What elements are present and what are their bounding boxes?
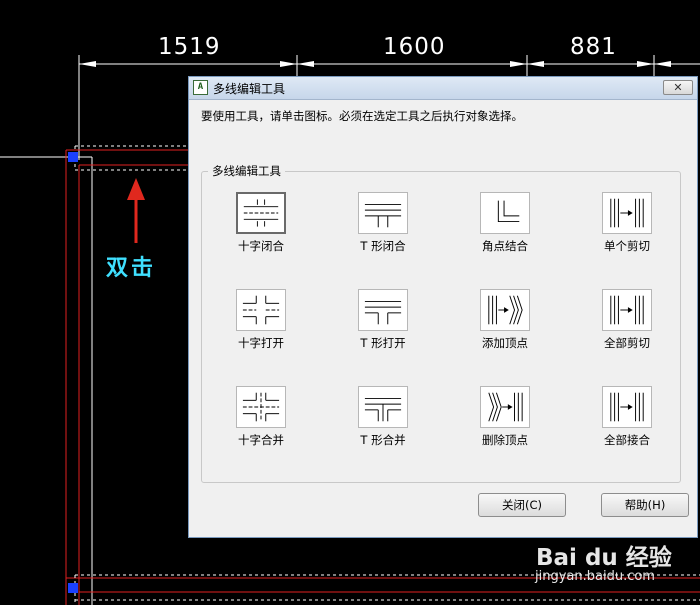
dimension-text: 1600: [383, 34, 446, 60]
tool-label: T 形合并: [360, 433, 406, 447]
tool-label: 十字闭合: [238, 239, 284, 253]
tool-tee-open[interactable]: T 形打开: [343, 289, 423, 351]
weld-all-icon: [602, 386, 652, 428]
cross-closed-icon: [236, 192, 286, 234]
watermark-logo: Bai du 经验: [536, 545, 672, 571]
corner-joint-icon: [480, 192, 530, 234]
tee-open-icon: [358, 289, 408, 331]
double-click-annotation: 双击: [106, 256, 157, 281]
dimension-arrowhead: [79, 61, 96, 67]
dimension-arrowhead: [654, 61, 671, 67]
dimension-arrowhead: [510, 61, 527, 67]
tool-label: 全部接合: [604, 433, 650, 447]
tool-cut-all[interactable]: 全部剪切: [587, 289, 667, 351]
tool-label: 全部剪切: [604, 336, 650, 350]
grip-handle[interactable]: [68, 583, 78, 593]
cut-single-icon: [602, 192, 652, 234]
dimension-text: 881: [570, 34, 617, 60]
close-icon: ✕: [673, 81, 683, 94]
tee-closed-icon: [358, 192, 408, 234]
tee-merged-icon: [358, 386, 408, 428]
tool-add-vertex[interactable]: 添加顶点: [465, 289, 545, 351]
tool-label: 角点结合: [482, 239, 528, 253]
dimension-text: 1519: [158, 34, 221, 60]
cut-all-icon: [602, 289, 652, 331]
help-button[interactable]: 帮助(H): [601, 493, 689, 517]
dimension-arrowhead: [280, 61, 297, 67]
dialog-instruction: 要使用工具，请单击图标。必须在选定工具之后执行对象选择。: [201, 109, 523, 123]
dialog-titlebar[interactable]: A 多线编辑工具 ✕: [189, 77, 697, 100]
annotation-arrowhead: [127, 178, 145, 200]
close-button[interactable]: 关闭(C): [478, 493, 566, 517]
dimension-arrowhead: [637, 61, 654, 67]
tools-groupbox: 多线编辑工具 十字闭合 T 形闭合 角点结合 单个剪切 十字打开 T 形打开 添…: [201, 163, 681, 483]
dialog-title: 多线编辑工具: [213, 82, 286, 96]
tool-label: 十字打开: [238, 336, 284, 350]
close-window-button[interactable]: ✕: [663, 80, 693, 95]
groupbox-label: 多线编辑工具: [208, 163, 285, 179]
cross-merged-icon: [236, 386, 286, 428]
watermark-url: jingyan.baidu.com: [535, 569, 655, 584]
tool-tee-closed[interactable]: T 形闭合: [343, 192, 423, 254]
add-vertex-icon: [480, 289, 530, 331]
tool-label: 删除顶点: [482, 433, 528, 447]
tool-weld-all[interactable]: 全部接合: [587, 386, 667, 448]
dimension-arrowhead: [527, 61, 544, 67]
dimension-arrowhead: [297, 61, 314, 67]
tool-label: 十字合并: [238, 433, 284, 447]
cross-open-icon: [236, 289, 286, 331]
tool-label: 单个剪切: [604, 239, 650, 253]
tool-tee-merged[interactable]: T 形合并: [343, 386, 423, 448]
mline-edit-dialog: A 多线编辑工具 ✕ 要使用工具，请单击图标。必须在选定工具之后执行对象选择。 …: [188, 76, 698, 538]
tool-label: T 形闭合: [360, 239, 406, 253]
tool-label: 添加顶点: [482, 336, 528, 350]
app-icon: A: [193, 80, 208, 95]
tool-cross-open[interactable]: 十字打开: [221, 289, 301, 351]
tool-label: T 形打开: [360, 336, 406, 350]
tool-cut-single[interactable]: 单个剪切: [587, 192, 667, 254]
tool-cross-closed[interactable]: 十字闭合: [221, 192, 301, 254]
tool-delete-vertex[interactable]: 删除顶点: [465, 386, 545, 448]
tool-corner-joint[interactable]: 角点结合: [465, 192, 545, 254]
tool-cross-merged[interactable]: 十字合并: [221, 386, 301, 448]
grip-handle[interactable]: [68, 152, 78, 162]
delete-vertex-icon: [480, 386, 530, 428]
